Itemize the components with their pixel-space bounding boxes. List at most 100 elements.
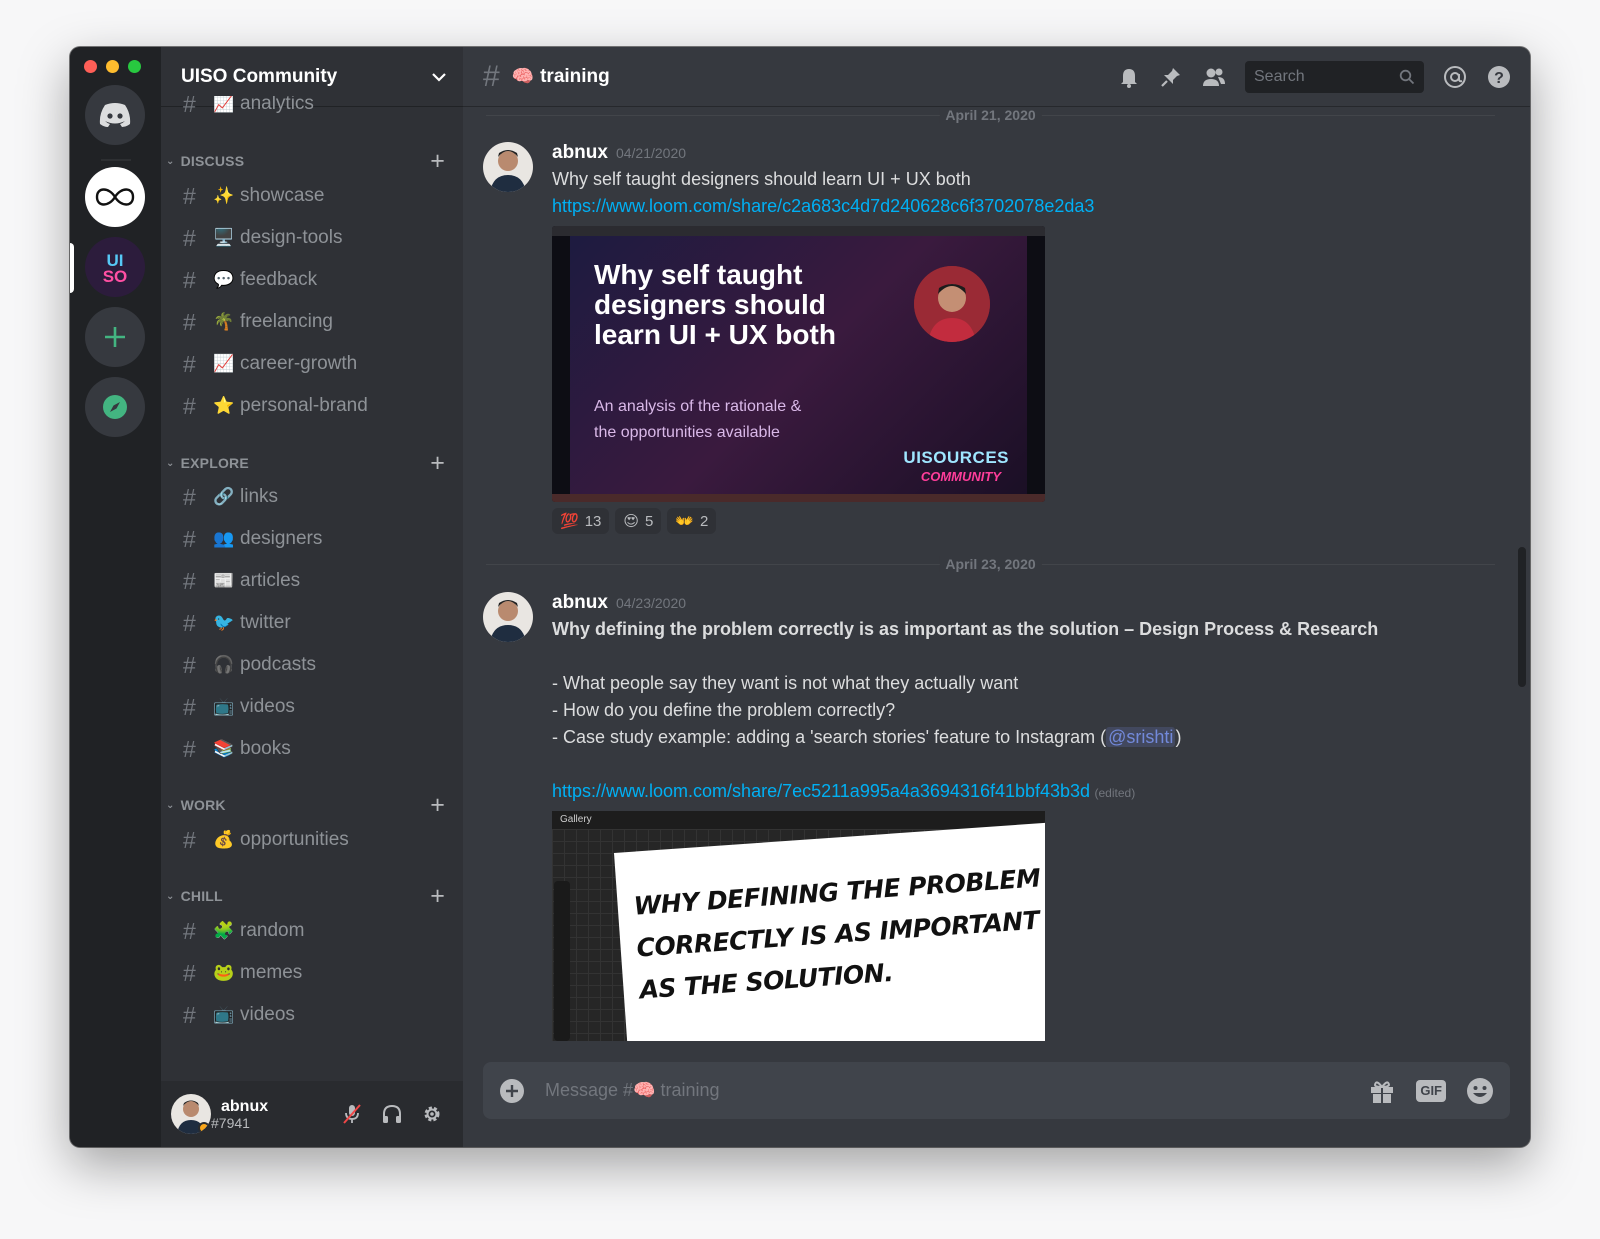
hash-icon: # xyxy=(183,525,196,552)
reaction-100[interactable]: 💯 13 xyxy=(552,508,610,534)
hash-icon: # xyxy=(183,959,196,986)
gif-button[interactable]: GIF xyxy=(1416,1079,1446,1102)
close-window-button[interactable] xyxy=(84,60,97,73)
minimize-window-button[interactable] xyxy=(106,60,119,73)
channel-emoji: 📈 xyxy=(213,96,235,113)
hash-icon: # xyxy=(183,96,196,117)
channel-articles[interactable]: # 📰 articles xyxy=(171,563,453,599)
home-button[interactable] xyxy=(85,85,145,145)
add-channel-button[interactable]: + xyxy=(430,792,445,818)
category-discuss[interactable]: ⌄ DISCUSS + xyxy=(166,148,445,174)
message-input[interactable]: Message #🧠 training xyxy=(545,1080,720,1101)
bell-icon[interactable] xyxy=(1117,65,1141,89)
channel-emoji: 📈 xyxy=(213,354,235,373)
channel-label: opportunities xyxy=(240,829,349,850)
help-icon[interactable]: ? xyxy=(1486,64,1512,90)
message: abnux 04/23/2020 Why defining the problem… xyxy=(483,592,1500,1041)
channel-memes[interactable]: # 🐸 memes xyxy=(171,955,453,991)
category-explore[interactable]: ⌄ EXPLORE + xyxy=(166,450,445,476)
channel-career-growth[interactable]: # 📈 career-growth xyxy=(171,346,453,382)
channel-design-tools[interactable]: # 🖥️ design-tools xyxy=(171,220,453,256)
reaction-open-hands[interactable]: 👐 2 xyxy=(667,508,717,534)
channel-random[interactable]: # 🧩 random xyxy=(171,913,453,949)
handwritten-text: WHY DEFINING THE PROBLEM CORRECTLY IS AS… xyxy=(632,855,1045,1011)
channel-emoji: 🌴 xyxy=(213,312,235,331)
channel-books[interactable]: # 📚 books xyxy=(171,731,453,767)
channel-feedback[interactable]: # 💬 feedback xyxy=(171,262,453,298)
members-icon[interactable] xyxy=(1201,65,1227,89)
category-label: WORK xyxy=(180,797,226,813)
add-channel-button[interactable]: + xyxy=(430,883,445,909)
presenter-image xyxy=(914,266,990,342)
embed-menubar xyxy=(552,226,1045,236)
video-embed[interactable]: Gallery WHY DEFINING THE PROBLEM CORRECT… xyxy=(552,811,1045,1041)
channel-videos[interactable]: # 📺 videos xyxy=(171,689,453,725)
hash-icon: # xyxy=(183,224,196,251)
embed-subtitle-line: An analysis of the rationale & xyxy=(594,398,802,415)
avatar[interactable] xyxy=(483,592,533,642)
channel-opportunities[interactable]: # 💰 opportunities xyxy=(171,822,453,858)
headphones-icon[interactable] xyxy=(381,1103,403,1125)
server-icon-uiso[interactable]: UI SO xyxy=(85,237,145,297)
user-info: abnux #7941 xyxy=(211,1098,268,1131)
channel-links[interactable]: # 🔗 links xyxy=(171,479,453,515)
channel-label: articles xyxy=(240,570,301,591)
gallery-label: Gallery xyxy=(560,814,592,825)
add-channel-button[interactable]: + xyxy=(430,148,445,174)
server-icon-infinity[interactable] xyxy=(85,167,145,227)
pin-icon[interactable] xyxy=(1159,65,1183,89)
hash-icon: # xyxy=(183,266,196,293)
channel-emoji: ⭐ xyxy=(213,396,235,415)
chevron-down-icon: ⌄ xyxy=(166,155,175,167)
channel-videos-chill[interactable]: # 📺 videos xyxy=(171,997,453,1033)
muted-microphone-icon[interactable] xyxy=(341,1103,363,1125)
attach-plus-icon[interactable] xyxy=(499,1078,525,1104)
category-work[interactable]: ⌄ WORK + xyxy=(166,792,445,818)
avatar[interactable] xyxy=(483,142,533,192)
channel-freelancing[interactable]: # 🌴 freelancing xyxy=(171,304,453,340)
gift-icon[interactable] xyxy=(1368,1077,1396,1105)
scrollbar-thumb[interactable] xyxy=(1518,547,1526,687)
channel-showcase[interactable]: # ✨ showcase xyxy=(171,178,453,214)
channel-analytics[interactable]: # 📈 analytics xyxy=(171,96,453,122)
channel-label: videos xyxy=(240,1004,295,1025)
message: abnux 04/21/2020 Why self taught designer… xyxy=(483,142,1500,534)
channel-emoji: 📚 xyxy=(213,739,235,758)
add-server-button[interactable] xyxy=(85,307,145,367)
embed-subtitle: An analysis of the rationale & the opport… xyxy=(594,394,801,446)
message-composer[interactable]: Message #🧠 training GIF xyxy=(483,1062,1510,1119)
app-toolbar: Gallery xyxy=(552,811,1045,829)
author-name[interactable]: abnux xyxy=(552,592,608,613)
gear-icon[interactable] xyxy=(421,1103,443,1125)
date-label: April 23, 2020 xyxy=(939,556,1042,572)
avatar[interactable] xyxy=(171,1094,211,1134)
category-chill[interactable]: ⌄ CHILL + xyxy=(166,883,445,909)
search-icon xyxy=(1399,69,1415,84)
channel-designers[interactable]: # 👥 designers xyxy=(171,521,453,557)
maximize-window-button[interactable] xyxy=(128,60,141,73)
message-link[interactable]: https://www.loom.com/share/7ec5211a995a4… xyxy=(552,781,1090,801)
channel-podcasts[interactable]: # 🎧 podcasts xyxy=(171,647,453,683)
author-name[interactable]: abnux xyxy=(552,142,608,163)
reaction-heart-eyes[interactable]: 😍 5 xyxy=(615,508,662,534)
date-divider: April 23, 2020 xyxy=(486,556,1495,572)
search-placeholder: Search xyxy=(1254,67,1305,85)
reaction-emoji: 😍 xyxy=(623,513,640,530)
mentions-icon[interactable] xyxy=(1442,64,1468,90)
window-controls xyxy=(84,60,141,73)
embed-brand-sub: COMMUNITY xyxy=(920,469,1001,484)
video-embed[interactable]: Why self taught designers should learn U… xyxy=(552,226,1045,502)
explore-servers-button[interactable] xyxy=(85,377,145,437)
search-input[interactable]: Search xyxy=(1245,60,1424,93)
edited-label: (edited) xyxy=(1094,786,1136,800)
message-link[interactable]: https://www.loom.com/share/c2a683c4d7d24… xyxy=(552,193,1500,220)
channel-sidebar: UISO Community # 📈 analytics ⌄ DISCUSS + # ✨ s… xyxy=(161,47,463,1147)
channel-personal-brand[interactable]: # ⭐ personal-brand xyxy=(171,388,453,424)
add-channel-button[interactable]: + xyxy=(430,450,445,476)
svg-text:?: ? xyxy=(1494,70,1504,87)
bullet-text: ) xyxy=(1175,727,1182,747)
user-mention[interactable]: @srishti xyxy=(1106,727,1176,747)
channel-twitter[interactable]: # 🐦 twitter xyxy=(171,605,453,641)
emoji-smile-icon[interactable] xyxy=(1466,1077,1494,1105)
